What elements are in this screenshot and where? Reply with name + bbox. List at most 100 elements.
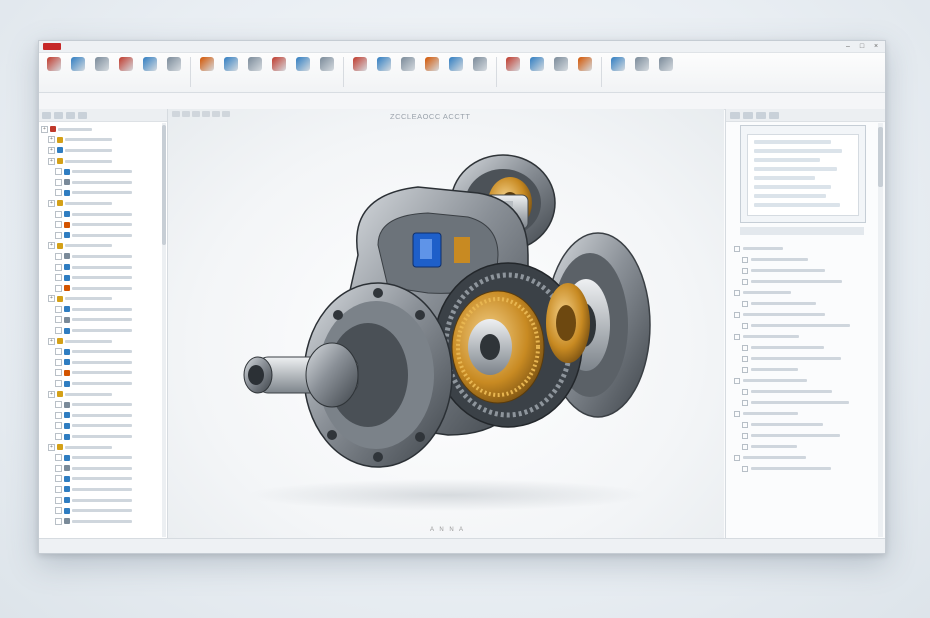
feature-tree-item[interactable]: + bbox=[41, 145, 167, 156]
property-row[interactable] bbox=[734, 430, 873, 441]
property-row[interactable] bbox=[734, 419, 873, 430]
expand-toggle-icon[interactable] bbox=[55, 316, 62, 324]
feature-tree-item[interactable]: + bbox=[41, 442, 167, 453]
drawing-button[interactable] bbox=[574, 57, 596, 89]
expand-toggle-icon[interactable] bbox=[55, 485, 62, 493]
design-library-tab-icon[interactable] bbox=[743, 111, 753, 119]
display-manager-tab-icon[interactable] bbox=[78, 111, 87, 119]
scrollbar-thumb[interactable] bbox=[162, 125, 166, 245]
file-explorer-tab-icon[interactable] bbox=[756, 111, 766, 119]
property-row[interactable] bbox=[734, 375, 873, 386]
close-icon[interactable]: × bbox=[871, 43, 881, 51]
property-row[interactable] bbox=[734, 386, 873, 397]
expand-toggle-icon[interactable]: + bbox=[48, 390, 55, 398]
property-row[interactable] bbox=[734, 364, 873, 375]
property-row[interactable] bbox=[734, 452, 873, 463]
expand-toggle-icon[interactable]: + bbox=[48, 199, 55, 207]
feature-tree-item[interactable]: + bbox=[41, 124, 167, 135]
expand-toggle-icon[interactable] bbox=[55, 454, 62, 462]
feature-tree-item[interactable] bbox=[41, 410, 167, 421]
feature-tree-item[interactable] bbox=[41, 474, 167, 485]
expand-toggle-icon[interactable]: + bbox=[48, 146, 55, 154]
scrollbar-thumb[interactable] bbox=[878, 127, 883, 187]
display-style-icon[interactable] bbox=[222, 111, 230, 117]
previous-view-icon[interactable] bbox=[192, 111, 200, 117]
document-preview[interactable] bbox=[740, 125, 866, 223]
expand-toggle-icon[interactable] bbox=[55, 517, 62, 525]
explode-button[interactable] bbox=[502, 57, 524, 89]
expand-toggle-icon[interactable]: + bbox=[48, 242, 55, 250]
fillet-button[interactable] bbox=[163, 57, 185, 89]
feature-tree-item[interactable]: + bbox=[41, 294, 167, 305]
shell-button[interactable] bbox=[220, 57, 242, 89]
property-manager-tab-icon[interactable] bbox=[54, 111, 63, 119]
expand-toggle-icon[interactable] bbox=[55, 168, 62, 176]
property-row[interactable] bbox=[734, 254, 873, 265]
feature-tree-item[interactable] bbox=[41, 315, 167, 326]
sweep-button[interactable] bbox=[91, 57, 113, 89]
expand-toggle-icon[interactable]: + bbox=[48, 337, 55, 345]
feature-tree-item[interactable] bbox=[41, 505, 167, 516]
expand-toggle-icon[interactable] bbox=[55, 252, 62, 260]
options-button[interactable] bbox=[655, 57, 677, 89]
expand-toggle-icon[interactable] bbox=[55, 327, 62, 335]
property-row[interactable] bbox=[734, 342, 873, 353]
expand-toggle-icon[interactable]: + bbox=[41, 125, 48, 133]
property-row[interactable] bbox=[734, 463, 873, 474]
simulate-button[interactable] bbox=[550, 57, 572, 89]
feature-tree-item[interactable] bbox=[41, 304, 167, 315]
section-view-icon[interactable] bbox=[202, 111, 210, 117]
feature-tree-item[interactable]: + bbox=[41, 198, 167, 209]
feature-tree-item[interactable] bbox=[41, 251, 167, 262]
loft-button[interactable] bbox=[115, 57, 137, 89]
configuration-manager-tab-icon[interactable] bbox=[66, 111, 75, 119]
feature-tree-scrollbar[interactable] bbox=[162, 123, 166, 537]
feature-tree-item[interactable] bbox=[41, 272, 167, 283]
view-orientation-icon[interactable] bbox=[212, 111, 220, 117]
feature-tree-item[interactable]: + bbox=[41, 389, 167, 400]
property-row[interactable] bbox=[734, 331, 873, 342]
feature-tree-item[interactable] bbox=[41, 209, 167, 220]
expand-toggle-icon[interactable]: + bbox=[48, 136, 55, 144]
expand-toggle-icon[interactable] bbox=[55, 422, 62, 430]
feature-manager-tab-icon[interactable] bbox=[42, 111, 51, 119]
pattern-button[interactable] bbox=[244, 57, 266, 89]
feature-tree-item[interactable] bbox=[41, 262, 167, 273]
expand-toggle-icon[interactable] bbox=[55, 411, 62, 419]
resources-tab-icon[interactable] bbox=[730, 111, 740, 119]
property-row[interactable] bbox=[734, 287, 873, 298]
component-button[interactable] bbox=[373, 57, 395, 89]
zoom-area-icon[interactable] bbox=[182, 111, 190, 117]
expand-toggle-icon[interactable] bbox=[55, 464, 62, 472]
feature-tree-item[interactable] bbox=[41, 368, 167, 379]
draft-button[interactable] bbox=[316, 57, 338, 89]
property-row[interactable] bbox=[734, 243, 873, 254]
feature-tree-item[interactable] bbox=[41, 484, 167, 495]
property-row[interactable] bbox=[734, 320, 873, 331]
feature-tree-item[interactable] bbox=[41, 463, 167, 474]
feature-tree-item[interactable] bbox=[41, 346, 167, 357]
render-button[interactable] bbox=[526, 57, 548, 89]
expand-toggle-icon[interactable] bbox=[55, 274, 62, 282]
expand-toggle-icon[interactable] bbox=[55, 221, 62, 229]
feature-tree-item[interactable] bbox=[41, 166, 167, 177]
expand-toggle-icon[interactable] bbox=[55, 507, 62, 515]
feature-tree-item[interactable] bbox=[41, 325, 167, 336]
hole-button[interactable] bbox=[139, 57, 161, 89]
expand-toggle-icon[interactable] bbox=[55, 210, 62, 218]
feature-tree-item[interactable] bbox=[41, 283, 167, 294]
expand-toggle-icon[interactable] bbox=[55, 263, 62, 271]
feature-tree-item[interactable] bbox=[41, 219, 167, 230]
expand-toggle-icon[interactable]: + bbox=[48, 295, 55, 303]
measure-button[interactable] bbox=[445, 57, 467, 89]
expand-toggle-icon[interactable] bbox=[55, 231, 62, 239]
expand-toggle-icon[interactable] bbox=[55, 380, 62, 388]
expand-toggle-icon[interactable] bbox=[55, 401, 62, 409]
feature-tree-item[interactable] bbox=[41, 399, 167, 410]
expand-toggle-icon[interactable] bbox=[55, 178, 62, 186]
rotate-button[interactable] bbox=[421, 57, 443, 89]
feature-tree-item[interactable]: + bbox=[41, 241, 167, 252]
expand-toggle-icon[interactable] bbox=[55, 369, 62, 377]
move-button[interactable] bbox=[397, 57, 419, 89]
rib-button[interactable] bbox=[292, 57, 314, 89]
